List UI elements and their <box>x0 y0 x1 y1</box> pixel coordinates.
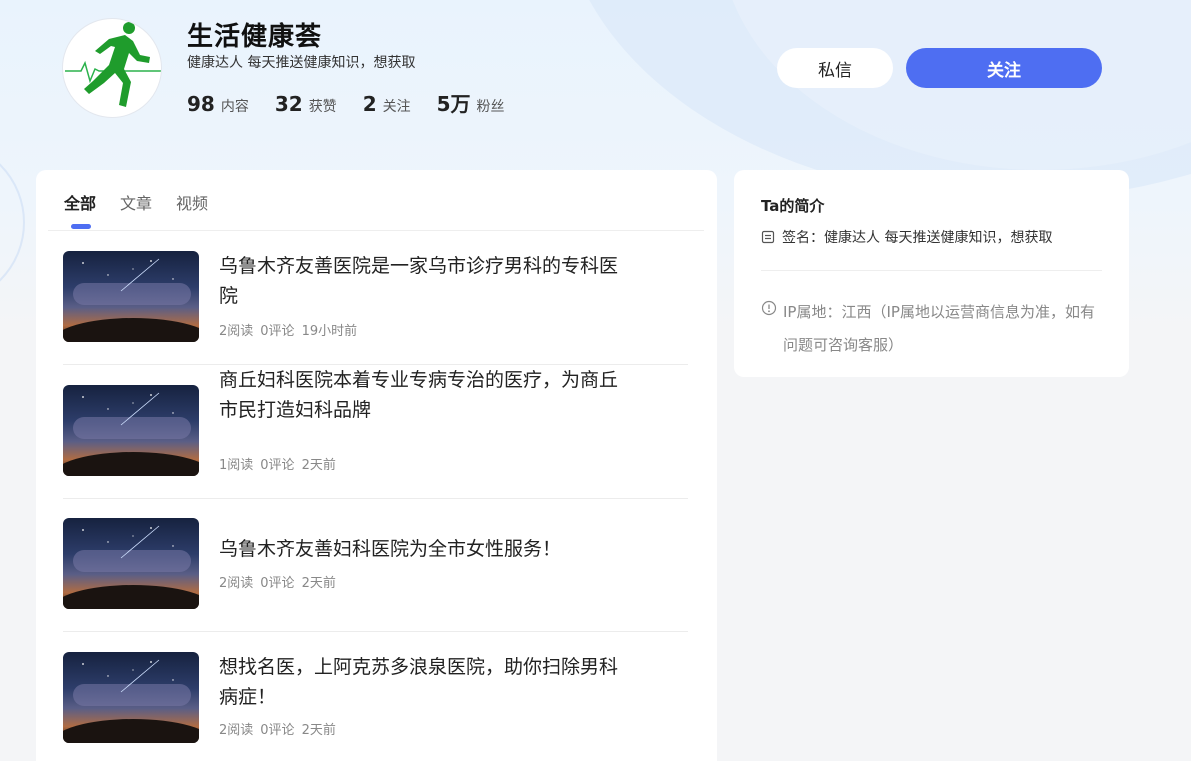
article-thumbnail[interactable] <box>63 251 199 342</box>
stat-number: 98 <box>187 92 215 116</box>
article-thumbnail[interactable] <box>63 652 199 743</box>
stat-number: 2 <box>362 92 377 116</box>
article-title[interactable]: 商丘妇科医院本着专业专病专治的医疗，为商丘市民打造妇科品牌 <box>219 365 629 425</box>
stat-number: 5万 <box>436 92 471 116</box>
follow-button[interactable]: 关注 <box>906 48 1102 88</box>
article-item[interactable]: 想找名医，上阿克苏多浪泉医院，助你扫除男科病症！ 2阅读 0评论 2天前 <box>63 632 688 761</box>
document-icon <box>761 230 775 244</box>
article-comments: 0评论 <box>260 458 295 473</box>
article-meta: 2阅读 0评论 19小时前 <box>219 320 364 339</box>
article-reads: 2阅读 <box>219 324 254 339</box>
article-comments: 0评论 <box>260 723 295 738</box>
tab-all[interactable]: 全部 <box>64 190 96 230</box>
article-item[interactable]: 乌鲁木齐友善妇科医院为全市女性服务！ 2阅读 0评论 2天前 <box>63 498 688 632</box>
info-icon <box>761 300 777 316</box>
stat-likes: 32 获赞 <box>275 92 337 116</box>
stat-label: 粉丝 <box>476 99 505 115</box>
stat-content[interactable]: 98 内容 <box>187 92 249 116</box>
article-reads: 1阅读 <box>219 458 254 473</box>
intro-ip: IP属地：江西（IP属地以运营商信息为准，如有问题可咨询客服） <box>761 296 1106 362</box>
article-time: 2天前 <box>301 458 336 473</box>
avatar[interactable] <box>62 18 162 118</box>
article-time: 2天前 <box>301 723 336 738</box>
intro-signature: 签名：健康达人 每天推送健康知识，想获取 <box>761 227 1052 247</box>
profile-bio: 健康达人 每天推送健康知识，想获取 <box>187 55 416 71</box>
article-title[interactable]: 乌鲁木齐友善医院是一家乌市诊疗男科的专科医院 <box>219 251 629 311</box>
article-meta: 2阅读 0评论 2天前 <box>219 719 343 738</box>
article-title[interactable]: 乌鲁木齐友善妇科医院为全市女性服务！ <box>219 534 629 564</box>
intro-title: Ta的简介 <box>761 197 825 215</box>
stat-label: 获赞 <box>308 99 337 115</box>
article-thumbnail[interactable] <box>63 518 199 609</box>
profile-name: 生活健康荟 <box>187 22 323 52</box>
intro-ip-text: IP属地：江西（IP属地以运营商信息为准，如有问题可咨询客服） <box>783 303 1095 354</box>
article-meta: 1阅读 0评论 2天前 <box>219 454 343 473</box>
article-item[interactable]: 乌鲁木齐友善医院是一家乌市诊疗男科的专科医院 2阅读 0评论 19小时前 <box>63 231 688 365</box>
article-reads: 2阅读 <box>219 723 254 738</box>
article-time: 2天前 <box>301 576 336 591</box>
article-meta: 2阅读 0评论 2天前 <box>219 572 343 591</box>
stat-label: 内容 <box>220 99 249 115</box>
tab-articles[interactable]: 文章 <box>120 190 152 230</box>
article-comments: 0评论 <box>260 324 295 339</box>
message-button[interactable]: 私信 <box>777 48 893 88</box>
stat-followers[interactable]: 5万 粉丝 <box>437 88 505 117</box>
content-feed: 全部 文章 视频 乌鲁木齐友善医院是一家乌市诊疗男科的专科医院 2阅读 0评论 … <box>36 170 717 761</box>
profile-stats: 98 内容 32 获赞 2 关注 5万 粉丝 <box>187 88 531 117</box>
content-tabs: 全部 文章 视频 <box>64 190 232 230</box>
intro-signature-text: 签名：健康达人 每天推送健康知识，想获取 <box>782 230 1053 246</box>
article-reads: 2阅读 <box>219 576 254 591</box>
article-time: 19小时前 <box>301 324 358 339</box>
article-item[interactable]: 商丘妇科医院本着专业专病专治的医疗，为商丘市民打造妇科品牌 1阅读 0评论 2天… <box>63 365 688 499</box>
intro-card: Ta的简介 签名：健康达人 每天推送健康知识，想获取 IP属地：江西（IP属地以… <box>734 170 1129 377</box>
tab-videos[interactable]: 视频 <box>176 190 208 230</box>
article-title[interactable]: 想找名医，上阿克苏多浪泉医院，助你扫除男科病症！ <box>219 652 629 712</box>
article-thumbnail[interactable] <box>63 385 199 476</box>
article-comments: 0评论 <box>260 576 295 591</box>
intro-divider <box>761 270 1102 271</box>
stat-label: 关注 <box>382 99 411 115</box>
stat-following[interactable]: 2 关注 <box>363 92 411 116</box>
runner-heartbeat-icon <box>65 22 161 107</box>
stat-number: 32 <box>274 92 303 116</box>
